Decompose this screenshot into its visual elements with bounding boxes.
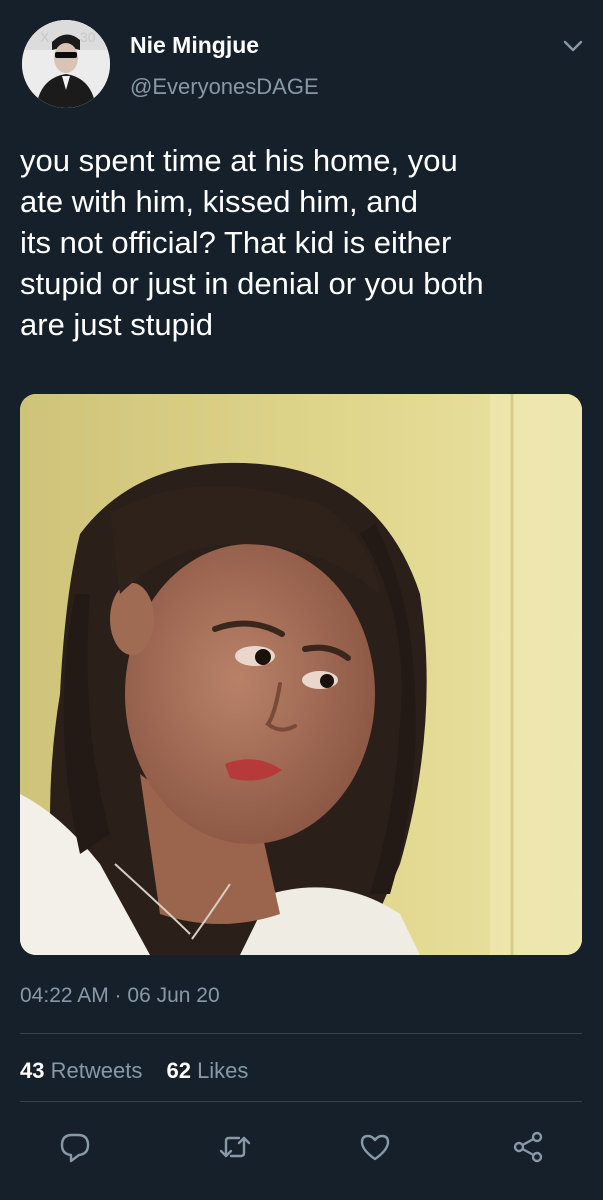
tweet-text-line: ate with him, kissed him, and — [20, 184, 419, 219]
tweet-text-line: its not official? That kid is either — [20, 225, 452, 260]
author-handle[interactable]: @EveryonesDAGE — [130, 74, 319, 100]
likes-count: 62 — [166, 1058, 191, 1083]
retweets-stat[interactable]: 43 Retweets — [20, 1058, 142, 1083]
reply-icon[interactable] — [53, 1125, 97, 1169]
heart-icon[interactable] — [353, 1125, 397, 1169]
tweet-photo[interactable] — [20, 394, 582, 955]
share-icon[interactable] — [506, 1125, 550, 1169]
svg-text:X.: X. — [40, 29, 53, 45]
retweets-count: 43 — [20, 1058, 45, 1083]
tweet-header: X. 30 Nie Mingjue @EveryonesDAGE — [22, 20, 587, 110]
svg-text:30: 30 — [80, 29, 96, 45]
tweet-text-line: you spent time at his home, you — [20, 143, 458, 178]
tweet-detail: X. 30 Nie Mingjue @EveryonesDAGE you spe… — [0, 0, 603, 1200]
tweet-timestamp[interactable]: 04:22 AM · 06 Jun 20 — [20, 984, 220, 1008]
likes-stat[interactable]: 62 Likes — [166, 1058, 248, 1083]
divider — [20, 1033, 582, 1034]
tweet-stats: 43 Retweets 62 Likes — [20, 1058, 266, 1084]
likes-label: Likes — [197, 1058, 249, 1083]
retweets-label: Retweets — [50, 1058, 143, 1083]
tweet-text-line: are just stupid — [20, 307, 213, 342]
author-name[interactable]: Nie Mingjue — [130, 32, 259, 59]
tweet-actions — [0, 1125, 603, 1175]
chevron-down-icon[interactable] — [559, 32, 587, 60]
avatar[interactable]: X. 30 — [22, 20, 110, 108]
divider — [20, 1101, 582, 1102]
tweet-text: you spent time at his home, you ate with… — [20, 140, 585, 345]
tweet-text-line: stupid or just in denial or you both — [20, 266, 484, 301]
retweet-icon[interactable] — [213, 1125, 257, 1169]
